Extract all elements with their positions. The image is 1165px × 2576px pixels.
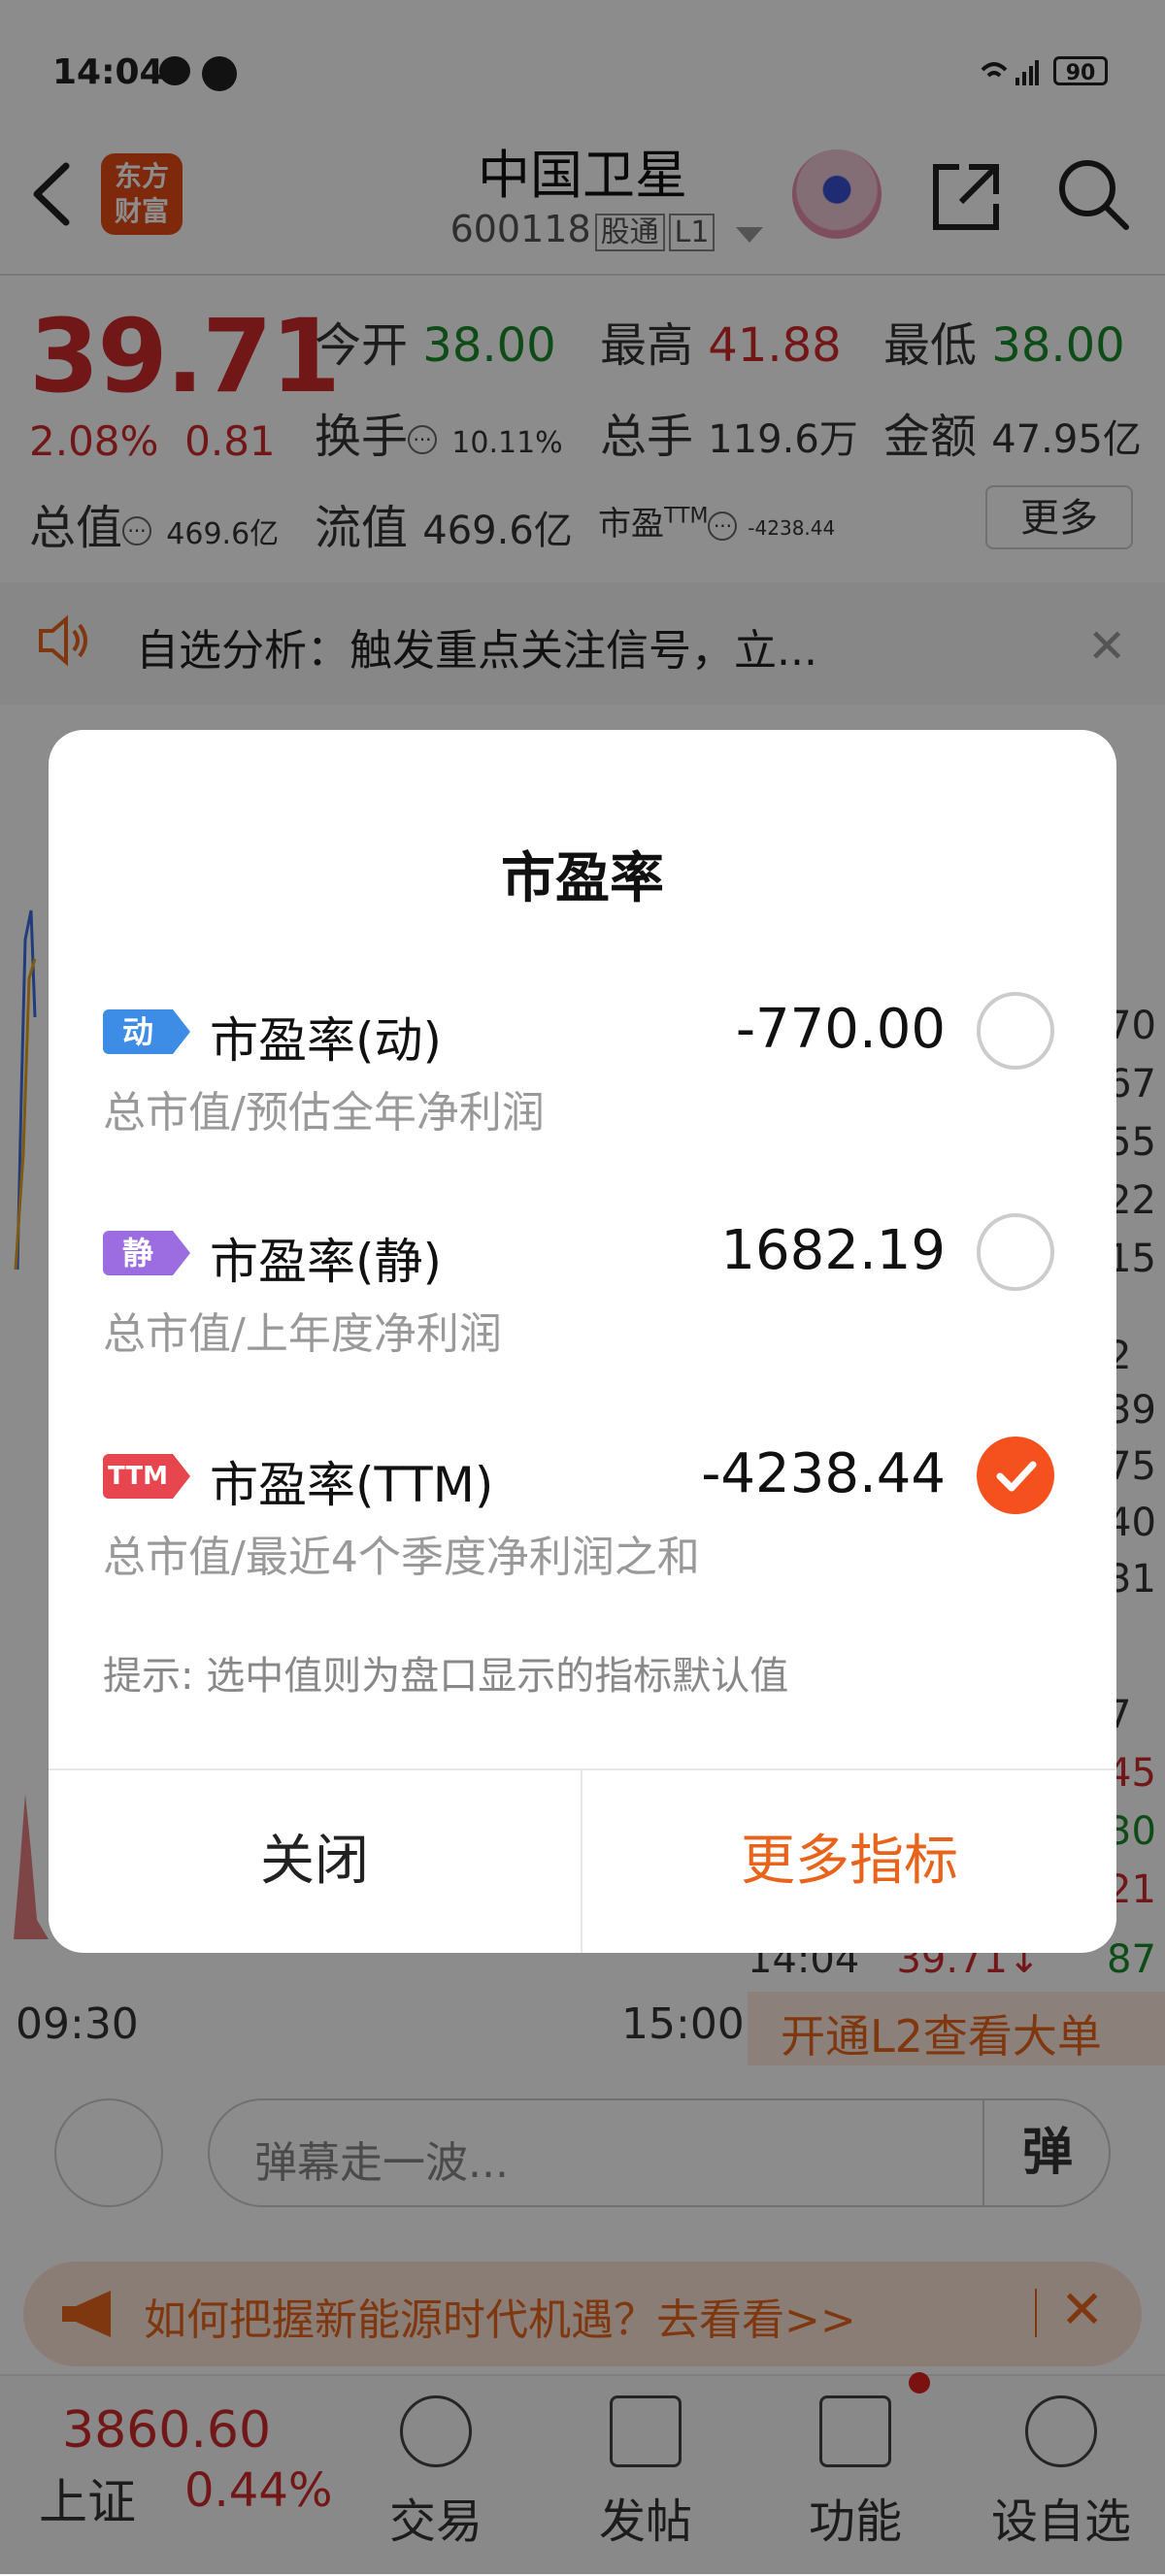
dialog-title: 市盈率 [501,847,664,910]
badge-arrow [173,1009,190,1054]
option-pe-static[interactable]: 静 市盈率(静) 1682.19 [103,1209,1074,1297]
option-value: -4238.44 [701,1442,946,1505]
radio-button[interactable] [977,992,1054,1070]
option-desc: 总市值/预估全年净利润 [103,1088,545,1138]
option-name: 市盈率(静) [210,1234,443,1290]
badge-arrow [173,1231,190,1275]
badge-ttm: TTM [103,1454,173,1499]
pe-dialog: 市盈率 动 市盈率(动) -770.00 总市值/预估全年净利润 静 市盈率(静… [49,730,1116,1953]
option-name: 市盈率(TTM) [210,1457,494,1513]
option-name: 市盈率(动) [210,1012,443,1069]
check-icon [996,1461,1037,1492]
dialog-hint: 提示: 选中值则为盘口显示的指标默认值 [103,1654,789,1699]
option-desc: 总市值/最近4个季度净利润之和 [103,1533,700,1582]
radio-button-selected[interactable] [977,1437,1054,1514]
badge-static: 静 [103,1231,173,1275]
badge-dynamic: 动 [103,1009,173,1054]
close-button[interactable]: 关闭 [49,1770,581,1953]
option-pe-ttm[interactable]: TTM 市盈率(TTM) -4238.44 [103,1433,1074,1520]
option-value: -770.00 [735,998,946,1061]
more-indicators-button[interactable]: 更多指标 [582,1770,1116,1953]
option-desc: 总市值/上年度净利润 [103,1309,502,1359]
option-value: 1682.19 [720,1219,946,1282]
badge-arrow [173,1454,190,1499]
radio-button[interactable] [977,1213,1054,1291]
option-pe-dynamic[interactable]: 动 市盈率(动) -770.00 [103,988,1074,1075]
